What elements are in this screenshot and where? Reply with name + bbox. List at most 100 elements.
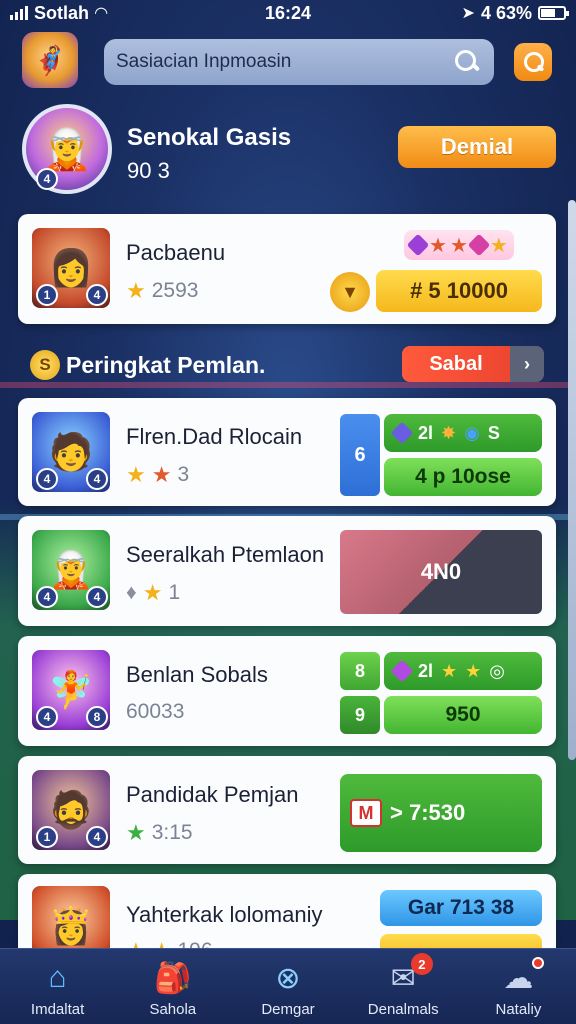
star-icon: ★ xyxy=(142,580,163,605)
avatar: 🧑 4 4 xyxy=(32,412,110,492)
player-name: Yahterkak lolomaniy xyxy=(126,902,323,927)
compass-icon: ⊗ xyxy=(275,961,301,995)
value-panel[interactable]: 4N0 xyxy=(340,530,542,614)
level-badge: 4 xyxy=(86,826,108,848)
search-icon xyxy=(518,47,548,77)
player-name: Pandidak Pemjan xyxy=(126,782,299,807)
player-name: Pacbaenu xyxy=(126,240,226,265)
globe-icon: ◉ xyxy=(464,422,480,443)
level-badge: 1 xyxy=(36,826,58,848)
star-icon: ✸ xyxy=(441,422,457,443)
player-name: Seeralkah Ptemlaon xyxy=(126,542,325,567)
location-icon: ➤ xyxy=(461,5,475,22)
value-button[interactable]: Gar 713 38 xyxy=(380,890,542,926)
level-badge: 4 xyxy=(36,706,58,728)
notification-badge: 2 xyxy=(410,953,433,975)
chest-icon: 🎒 xyxy=(154,961,192,995)
rank-number: 8 xyxy=(340,652,380,690)
drop-icon: ♦ xyxy=(126,581,137,604)
avatar: 👩 1 4 xyxy=(32,228,110,308)
reward-badges: ★ ★ ★ xyxy=(404,230,514,260)
profile-action-button[interactable]: Demial xyxy=(398,126,556,168)
clock: 16:24 xyxy=(264,2,312,23)
reward-badges: 2l ✸ ◉ S xyxy=(384,414,542,452)
nav-item-chest[interactable]: 🎒 Sahola xyxy=(115,949,230,1024)
scrollbar[interactable] xyxy=(568,200,576,760)
bottom-nav: ⌂ Imdaltat 🎒 Sahola ⊗ Demgar ✉ 2 Denalma… xyxy=(0,948,576,1024)
ranking-section-header: S Peringkat Pemlan. Sabal › xyxy=(0,344,576,388)
profile-section: 🧝 4 Senokal Gasis 90 3 Demial xyxy=(0,102,576,202)
profile-value: 90 3 xyxy=(127,158,170,183)
coin-icon: ◎ xyxy=(489,660,506,681)
search-bar[interactable]: Sasiacian Inpmoasin xyxy=(104,39,494,85)
nav-item-compass[interactable]: ⊗ Demgar xyxy=(230,949,345,1024)
home-icon: ⌂ xyxy=(48,961,67,994)
nav-item-ghost[interactable]: ☁ Nataliy xyxy=(461,949,576,1024)
player-stat: 60033 xyxy=(126,700,185,723)
avatar: 🧚 4 8 xyxy=(32,650,110,730)
search-input[interactable]: Sasiacian Inpmoasin xyxy=(116,51,452,73)
star-icon: ★ xyxy=(126,278,146,303)
chevron-right-icon: › xyxy=(510,346,544,382)
notification-dot xyxy=(532,957,545,969)
list-item[interactable]: 🧚 4 8 Benlan Sobals 60033 8 9 2l ★ ★ ◎ 9… xyxy=(18,636,556,746)
star-icon: ★ xyxy=(489,234,508,257)
level-badge: 4 xyxy=(36,168,58,190)
wifi-icon: ◠ xyxy=(95,5,108,22)
player-name: Benlan Sobals xyxy=(126,662,268,687)
star-icon: ★ xyxy=(429,234,447,257)
status-bar: Sotlah ◠ 16:24 ➤ 4 63% xyxy=(0,0,576,26)
game-logo[interactable]: 🦸 xyxy=(22,32,78,88)
level-badge: 4 xyxy=(36,586,58,608)
player-stat: ★ ★ 3 xyxy=(126,462,190,487)
level-badge: 1 xyxy=(36,284,58,306)
level-badge: 4 xyxy=(36,468,58,490)
gem-icon xyxy=(390,421,414,445)
nav-item-home[interactable]: ⌂ Imdaltat xyxy=(0,949,115,1024)
avatar[interactable]: 🧝 4 xyxy=(22,104,112,194)
featured-card[interactable]: 👩 1 4 Pacbaenu ★ 2593 ★ ★ ★ ▼ # 5 10000 xyxy=(18,214,556,324)
nav-item-mail[interactable]: ✉ 2 Denalmals xyxy=(346,949,461,1024)
star-icon: ★ xyxy=(126,820,146,845)
reward-badges: 2l ★ ★ ◎ xyxy=(384,652,542,690)
level-badge: 4 xyxy=(86,284,108,306)
battery-label: 4 63% xyxy=(480,2,532,23)
star-icon: ★ xyxy=(449,234,468,257)
player-stat: ♦ ★ 1 xyxy=(126,580,181,605)
section-title: Peringkat Pemlan. xyxy=(66,352,266,378)
value-button[interactable]: 950 xyxy=(384,696,542,734)
avatar: 🧔 1 4 xyxy=(32,770,110,850)
carrier-label: Sotlah xyxy=(34,2,90,23)
price-button[interactable]: # 5 10000 xyxy=(376,270,542,312)
coin-icon: S xyxy=(30,350,60,380)
gem-icon xyxy=(390,659,414,683)
list-item[interactable]: 🧑 4 4 Flren.Dad Rlocain ★ ★ 3 6 2l ✸ ◉ S… xyxy=(18,398,556,506)
coin-icon: ▼ xyxy=(330,272,370,312)
player-name: Flren.Dad Rlocain xyxy=(126,424,303,449)
gem-icon xyxy=(406,233,430,257)
star-icon: ★ xyxy=(441,660,458,681)
level-badge: 4 xyxy=(86,586,108,608)
player-stat: ★ 3:15 xyxy=(126,820,193,845)
m-badge-icon: M xyxy=(350,799,382,827)
list-item[interactable]: 🧝 4 4 Seeralkah Ptemlaon ♦ ★ 1 4N0 xyxy=(18,516,556,626)
star-icon: ★ xyxy=(465,660,482,681)
rank-number: 6 xyxy=(340,414,380,496)
gem-icon xyxy=(467,233,491,257)
value-button[interactable]: 4 p 10ose xyxy=(384,458,542,496)
sort-button[interactable]: Sabal › xyxy=(402,346,544,382)
player-stat: ★ 2593 xyxy=(126,278,199,303)
star-icon: ★ xyxy=(126,462,146,487)
list-item[interactable]: 🧔 1 4 Pandidak Pemjan ★ 3:15 M > 7:530 xyxy=(18,756,556,864)
signal-icon xyxy=(10,6,28,20)
avatar: 🧝 4 4 xyxy=(32,530,110,610)
value-button[interactable]: M > 7:530 xyxy=(340,774,542,852)
profile-name: Senokal Gasis xyxy=(127,124,292,151)
search-button[interactable] xyxy=(514,43,552,81)
search-icon[interactable] xyxy=(452,47,482,77)
level-badge: 8 xyxy=(86,706,108,728)
rank-number: 9 xyxy=(340,696,380,734)
star-icon: ★ xyxy=(151,462,172,487)
battery-icon xyxy=(538,6,569,20)
header: 🦸 Sasiacian Inpmoasin xyxy=(0,30,576,94)
